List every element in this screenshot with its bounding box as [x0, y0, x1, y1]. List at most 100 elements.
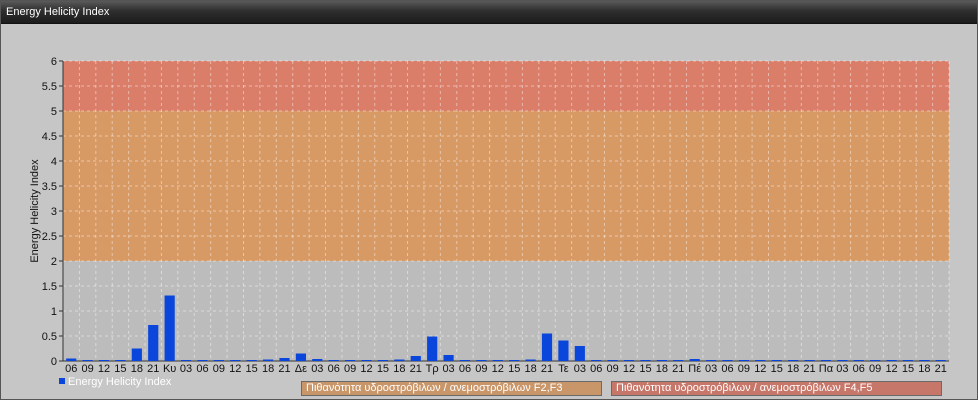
bar: [197, 360, 208, 361]
bar: [443, 355, 454, 361]
x-tick-label: 21: [672, 363, 684, 375]
bar: [788, 360, 799, 361]
y-tick-label: 1.5: [42, 281, 57, 293]
x-tick-label: 12: [754, 363, 766, 375]
bar: [312, 359, 323, 361]
x-tick-label: 15: [639, 363, 651, 375]
x-tick-label: 12: [885, 363, 897, 375]
x-tick-label: 15: [771, 363, 783, 375]
bar: [492, 360, 503, 361]
title-bar: Energy Helicity Index: [1, 1, 977, 24]
y-tick-label: 3: [51, 206, 57, 218]
bar: [837, 360, 848, 361]
y-tick-label: 3.5: [42, 181, 57, 193]
legend-band-f4f5[interactable]: Πιθανότητα υδροστρόβιλων / ανεμοστρόβιλω…: [611, 381, 942, 396]
bar: [558, 340, 569, 361]
bar: [870, 360, 881, 361]
legend-band-f4f5-label: Πιθανότητα υδροστρόβιλων / ανεμοστρόβιλω…: [616, 382, 873, 394]
x-tick-label: 06: [590, 363, 602, 375]
bar: [98, 360, 110, 361]
x-tick-label: 12: [360, 363, 372, 375]
bar: [853, 360, 864, 361]
bar: [427, 336, 438, 361]
bar: [820, 360, 832, 361]
x-tick-label: 09: [738, 363, 750, 375]
bar: [377, 360, 389, 361]
bar: [394, 359, 405, 361]
bar: [804, 360, 815, 361]
legend-band-f2f3-label: Πιθανότητα υδροστρόβιλων / ανεμοστρόβιλω…: [306, 382, 563, 394]
bar: [722, 360, 733, 361]
x-tick-label: 03: [442, 363, 454, 375]
x-tick-label: 15: [508, 363, 520, 375]
x-tick-label: 15: [246, 363, 258, 375]
x-tick-label: 06: [65, 363, 77, 375]
x-tick-label: 15: [114, 363, 126, 375]
x-tick-label: 12: [229, 363, 241, 375]
y-tick-label: 2: [51, 256, 57, 268]
bar: [902, 360, 914, 361]
legend-series[interactable]: Energy Helicity Index: [59, 375, 171, 389]
x-tick-label: 03: [574, 363, 586, 375]
x-tick-label: Τρ: [426, 363, 439, 375]
x-tick-label: 06: [853, 363, 865, 375]
bar: [935, 360, 946, 361]
bar: [345, 360, 356, 361]
bar: [656, 360, 667, 361]
x-tick-label: Πέ: [688, 363, 701, 375]
x-tick-label: Κυ: [163, 363, 176, 375]
bar: [82, 360, 93, 361]
y-tick-label: 4.5: [42, 131, 57, 143]
x-tick-label: 09: [213, 363, 225, 375]
window-title: Energy Helicity Index: [6, 6, 110, 18]
legend-series-label: Energy Helicity Index: [68, 376, 172, 388]
bar: [640, 360, 651, 361]
bar: [115, 360, 126, 361]
bar: [525, 359, 536, 361]
bar: [164, 295, 175, 361]
x-tick-label: 21: [935, 363, 947, 375]
x-tick-label: 18: [524, 363, 536, 375]
x-tick-label: 06: [328, 363, 340, 375]
y-tick-label: 2.5: [42, 231, 57, 243]
x-tick-label: 18: [393, 363, 405, 375]
legend-band-f2f3[interactable]: Πιθανότητα υδροστρόβιλων / ανεμοστρόβιλω…: [301, 381, 602, 396]
y-tick-label: 0.5: [42, 331, 57, 343]
x-tick-label: 09: [344, 363, 356, 375]
x-tick-label: 21: [278, 363, 290, 375]
y-tick-label: 6: [51, 56, 57, 68]
x-tick-label: 21: [803, 363, 815, 375]
bar: [607, 360, 618, 361]
bar: [230, 360, 241, 361]
bar: [771, 360, 782, 361]
y-tick-label: 1: [51, 306, 57, 318]
bar: [213, 360, 224, 361]
x-tick-label: 12: [98, 363, 110, 375]
ehi-chart: 0 0.5 1 1.5 2 2.5 3 3.5 4 4.5 5 5.5 6 06 09 12 15 18 21 Κυ 0…: [29, 56, 950, 375]
bar: [919, 360, 930, 361]
bar: [148, 325, 159, 361]
x-tick-label: 03: [705, 363, 717, 375]
bar: [623, 360, 635, 361]
x-tick-label: 12: [492, 363, 504, 375]
bar: [755, 360, 766, 361]
x-tick-label: 06: [721, 363, 733, 375]
y-tick-label: 5.5: [42, 81, 57, 93]
x-tick-label: 03: [311, 363, 323, 375]
y-tick-label: 4: [51, 156, 57, 168]
bar: [279, 358, 290, 361]
bar: [459, 360, 471, 361]
x-tick-label: 18: [656, 363, 668, 375]
x-tick-label: 03: [836, 363, 848, 375]
x-tick-label: 09: [607, 363, 619, 375]
x-tick-label: 21: [147, 363, 159, 375]
x-tick-label: 09: [475, 363, 487, 375]
x-tick-label: 06: [196, 363, 208, 375]
x-tick-label: 15: [377, 363, 389, 375]
bar: [295, 353, 306, 361]
bar: [263, 359, 274, 361]
y-tick-label: 5: [51, 106, 57, 118]
x-tick-label: 15: [902, 363, 914, 375]
bar: [689, 359, 700, 361]
bar: [180, 360, 192, 361]
